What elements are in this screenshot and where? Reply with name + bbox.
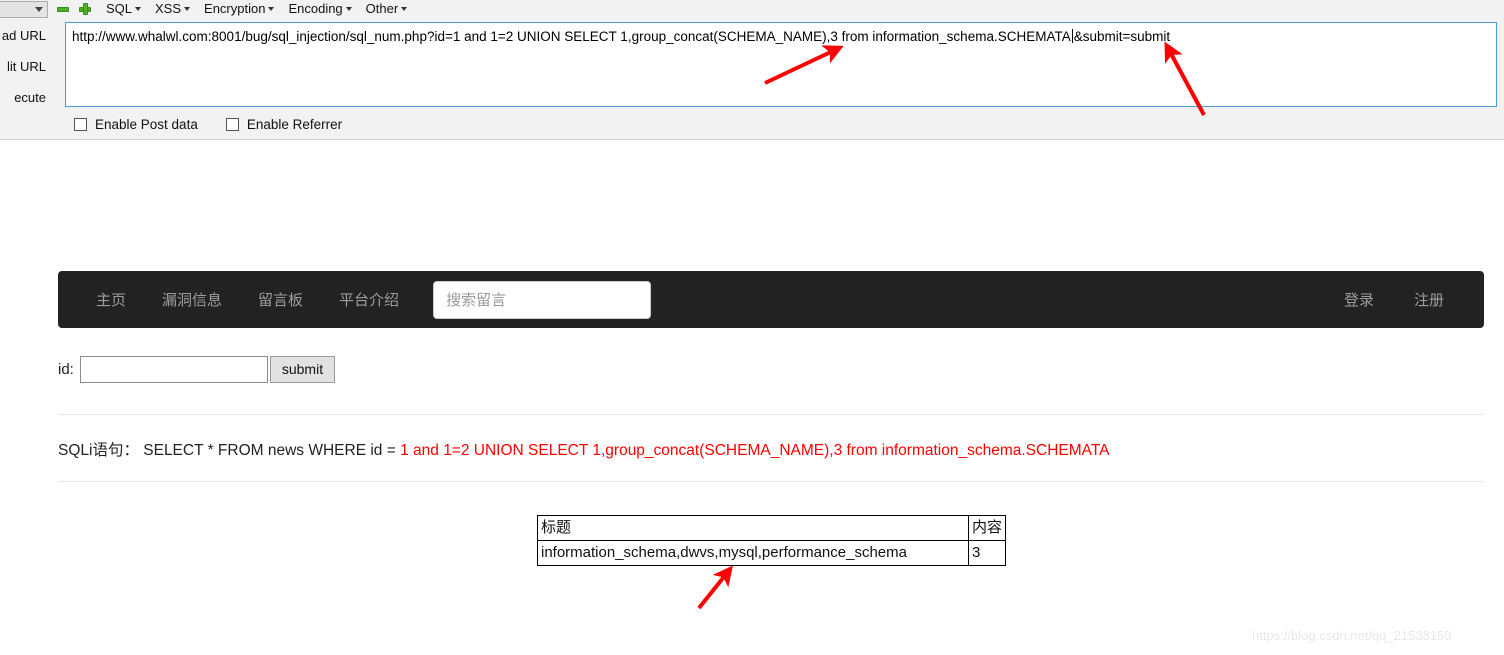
menu-xss[interactable]: XSS [155, 0, 191, 18]
divider-bottom [58, 481, 1484, 482]
table-cell-title: information_schema,dwvs,mysql,performanc… [537, 540, 969, 566]
hackbar-side-buttons: ad URL lit URL ecute [0, 20, 46, 113]
navbar-right-group: 登录 注册 [1324, 289, 1464, 310]
browser-page-content: 主页 漏洞信息 留言板 平台介绍 搜索留言 登录 注册 id: submit S… [0, 141, 1504, 655]
menu-encoding-label: Encoding [288, 1, 343, 16]
execute-button[interactable]: ecute [0, 82, 46, 113]
menu-other[interactable]: Other [366, 0, 408, 18]
chevron-down-icon [35, 6, 43, 12]
nav-link-home[interactable]: 主页 [78, 289, 144, 310]
url-text-before-caret: http://www.whalwl.com:8001/bug/sql_injec… [72, 29, 1071, 44]
sql-injected-payload: 1 and 1=2 UNION SELECT 1,group_concat(SC… [400, 442, 1110, 459]
table-row: information_schema,dwvs,mysql,performanc… [537, 540, 1007, 566]
checkbox-box-icon [74, 118, 87, 131]
url-textarea[interactable]: http://www.whalwl.com:8001/bug/sql_injec… [65, 22, 1497, 107]
caret-down-icon [268, 7, 275, 11]
search-input[interactable]: 搜索留言 [433, 280, 652, 319]
menu-sql[interactable]: SQL [106, 0, 142, 18]
caret-down-icon [345, 7, 352, 11]
nav-link-register[interactable]: 注册 [1394, 289, 1464, 310]
enable-referrer-label: Enable Referrer [246, 117, 343, 132]
enable-post-data-label: Enable Post data [95, 117, 198, 132]
csdn-watermark: https://blog.csdn.net/qq_21538159 [1252, 628, 1452, 643]
navbar-left-group: 主页 漏洞信息 留言板 平台介绍 搜索留言 [78, 280, 652, 319]
nav-link-message-board[interactable]: 留言板 [240, 289, 321, 310]
hackbar-toolbar: SQL XSS Encryption Encoding Other [0, 0, 1504, 18]
caret-down-icon [135, 7, 142, 11]
text-cursor [1071, 29, 1073, 43]
menu-encryption[interactable]: Encryption [204, 0, 275, 18]
site-navbar: 主页 漏洞信息 留言板 平台介绍 搜索留言 登录 注册 [58, 271, 1484, 328]
nav-link-vuln-info[interactable]: 漏洞信息 [144, 289, 240, 310]
submit-button[interactable]: submit [269, 356, 336, 383]
hackbar-combobox[interactable] [0, 0, 48, 18]
nav-link-platform-intro[interactable]: 平台介绍 [321, 289, 417, 310]
caret-down-icon [184, 7, 191, 11]
table-header-content: 内容 [967, 515, 1007, 541]
query-result-table: 标题 内容 information_schema,dwvs,mysql,perf… [537, 515, 1007, 566]
url-text-after-caret: &submit=submit [1073, 29, 1171, 44]
enable-referrer-checkbox[interactable]: Enable Referrer [225, 117, 343, 132]
id-query-form: id: submit [58, 356, 336, 383]
enable-post-data-checkbox[interactable]: Enable Post data [74, 117, 198, 132]
table-header-title: 标题 [537, 515, 969, 541]
menu-other-label: Other [365, 1, 399, 16]
menu-sql-label: SQL [106, 1, 133, 16]
load-url-button[interactable]: ad URL [0, 20, 46, 51]
hackbar-panel: SQL XSS Encryption Encoding Other ad URL… [0, 0, 1504, 140]
caret-down-icon [401, 7, 408, 11]
table-header-row: 标题 内容 [537, 515, 1007, 541]
hackbar-checkbox-row: Enable Post data Enable Referrer [74, 117, 370, 132]
menu-encryption-label: Encryption [204, 1, 266, 16]
sql-statement-line: SQLi语句： SELECT * FROM news WHERE id = 1 … [58, 438, 1110, 460]
checkbox-box-icon [225, 118, 239, 131]
menu-encoding[interactable]: Encoding [288, 0, 352, 18]
sql-prefix-text: SQLi语句： SELECT * FROM news WHERE id = [58, 442, 401, 459]
table-cell-content: 3 [967, 540, 1007, 566]
divider-top [58, 414, 1484, 415]
search-placeholder-text: 搜索留言 [446, 292, 507, 309]
id-field-label: id: [58, 361, 74, 378]
split-url-button[interactable]: lit URL [0, 51, 46, 82]
minus-icon[interactable] [56, 2, 70, 16]
menu-xss-label: XSS [155, 1, 182, 16]
nav-link-login[interactable]: 登录 [1324, 289, 1394, 310]
plus-icon[interactable] [78, 2, 92, 16]
id-input[interactable] [79, 356, 268, 383]
